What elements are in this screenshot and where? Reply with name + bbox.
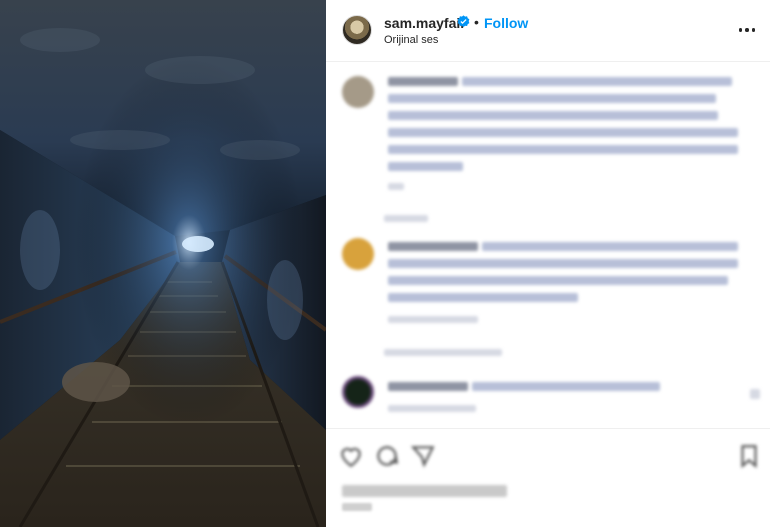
bookmark-icon[interactable]	[736, 443, 762, 469]
post-side-panel: sam.mayfair • Follow Orijinal ses	[326, 0, 770, 527]
more-options-icon[interactable]	[736, 20, 758, 40]
audio-label[interactable]: Orijinal ses	[384, 34, 438, 46]
avatar	[342, 238, 374, 270]
comment-icon[interactable]	[374, 443, 400, 469]
post-photo	[0, 0, 326, 527]
avatar	[342, 76, 374, 108]
share-icon[interactable]	[410, 443, 436, 469]
heart-icon[interactable]	[338, 443, 364, 469]
post-date	[342, 503, 372, 511]
avatar[interactable]	[342, 15, 372, 45]
comments-section	[326, 63, 770, 428]
post-media[interactable]	[0, 0, 326, 527]
likes-count[interactable]	[342, 485, 507, 497]
verified-badge-icon	[457, 15, 470, 28]
username-link[interactable]: sam.mayfair	[384, 15, 466, 31]
post-header: sam.mayfair • Follow Orijinal ses	[326, 0, 770, 62]
divider	[326, 428, 770, 429]
separator-dot: •	[474, 14, 479, 30]
follow-button[interactable]: Follow	[484, 15, 528, 31]
avatar	[342, 376, 374, 408]
